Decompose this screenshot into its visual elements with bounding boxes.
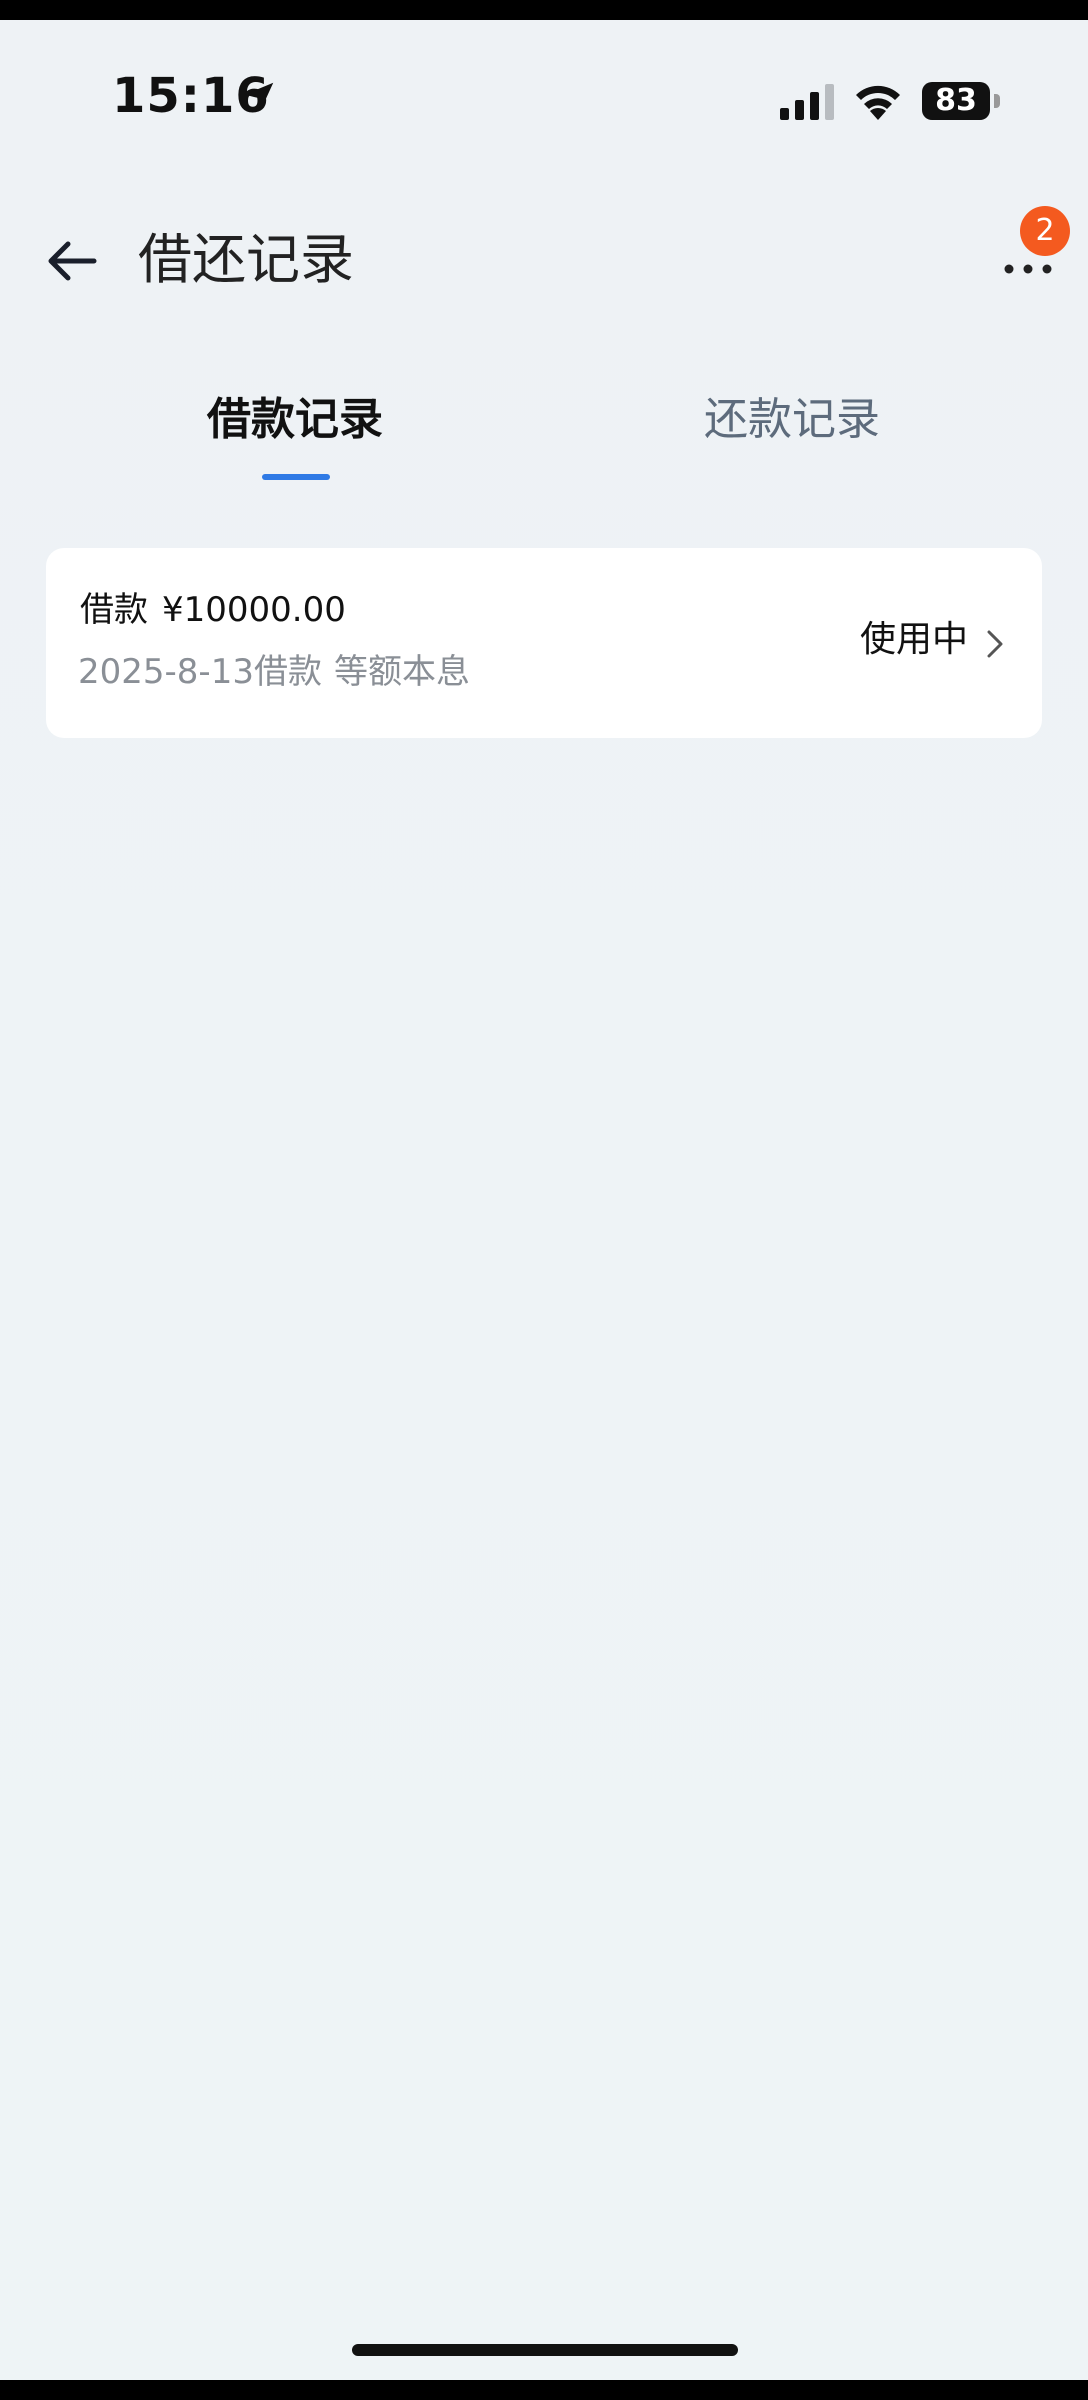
wifi-icon: [856, 85, 900, 120]
battery-level: 83: [922, 82, 990, 120]
loan-record-card[interactable]: 借款 ¥10000.00 2025-8-13借款 等额本息 使用中: [46, 548, 1042, 738]
record-subtitle: 2025-8-13借款 等额本息: [78, 652, 470, 693]
status-bar: 15:16 83: [0, 20, 1088, 160]
back-button[interactable]: [38, 226, 108, 296]
notification-badge: 2: [1020, 206, 1070, 256]
active-tab-indicator: [262, 474, 330, 480]
location-arrow-icon: [244, 82, 274, 111]
cellular-signal-icon: [780, 84, 834, 120]
record-status: 使用中: [860, 619, 969, 660]
tab-bar: 借款记录 还款记录: [0, 390, 1088, 490]
record-amount: ¥10000.00: [162, 590, 346, 630]
nav-header: 借还记录: [0, 190, 1088, 340]
tab-repayment-records[interactable]: 还款记录: [642, 390, 942, 490]
home-indicator[interactable]: [352, 2344, 738, 2356]
app-screen: 15:16 83 借还记录 2 借款记录 还款记录 借款 ¥10000.00 2…: [0, 20, 1088, 2380]
record-title: 借款 ¥10000.00: [80, 590, 346, 631]
record-label: 借款: [80, 590, 148, 630]
chevron-right-icon: [987, 630, 1003, 658]
more-dots-icon: [1004, 264, 1052, 274]
arrow-left-icon: [48, 241, 97, 281]
record-date: 2025-8-13借款: [78, 652, 322, 692]
record-repayment-type: 等额本息: [333, 652, 470, 692]
page-title: 借还记录: [138, 228, 354, 291]
battery-indicator: 83: [922, 82, 1000, 120]
battery-cap: [994, 94, 1000, 108]
